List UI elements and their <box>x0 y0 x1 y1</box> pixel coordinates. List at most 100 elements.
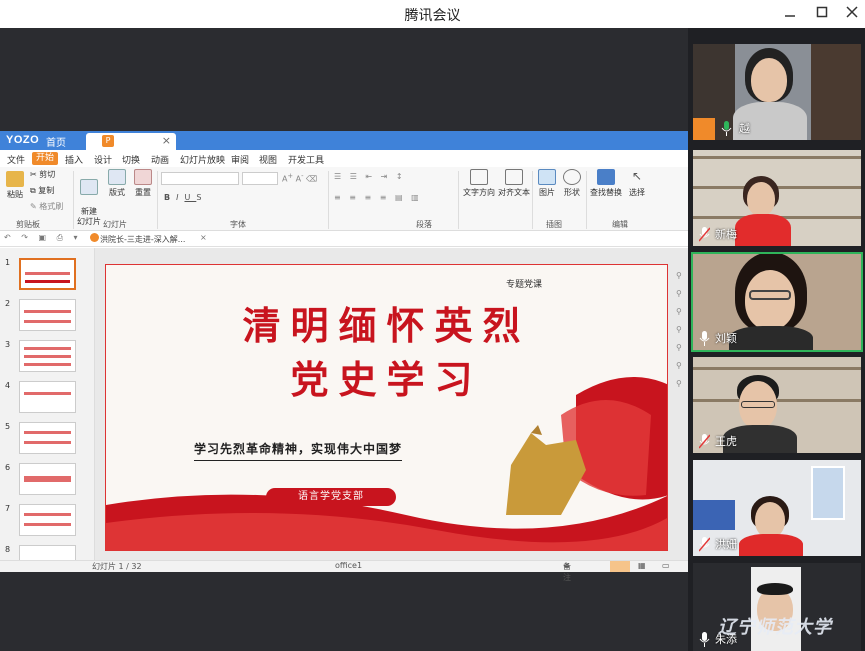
app-tab-strip: YOZO 首页 P × <box>0 131 688 150</box>
menu-animation[interactable]: 动画 <box>151 153 169 166</box>
thumb-number: 8 <box>5 545 11 554</box>
normal-view-icon[interactable] <box>610 561 630 572</box>
microphone-muted-icon <box>699 227 710 242</box>
theme-name: office1 <box>335 561 363 570</box>
current-slide[interactable]: 专题党课 清明缅怀英烈 党史学习 学习先烈革命精神，实现伟大中国梦 语言学党支部 <box>105 264 668 551</box>
insert-shape-button[interactable]: 形状 <box>562 169 582 198</box>
presentation-file-icon: P <box>102 135 114 147</box>
slide-dept-badge: 语言学党支部 <box>266 488 396 506</box>
participant-name: 洪姗 <box>715 538 737 551</box>
menu-design[interactable]: 设计 <box>94 153 112 166</box>
align-text-icon <box>505 169 523 185</box>
layout-icon <box>108 169 126 185</box>
host-badge-icon <box>693 118 715 140</box>
slide-thumbnail[interactable] <box>19 422 76 454</box>
text-direction-button[interactable]: 文字方向 <box>462 169 496 198</box>
quick-access-icons[interactable]: ↶ ↷ ▣ ⎙ ▾ <box>4 233 82 243</box>
video-tile[interactable]: 刘颖 <box>691 252 863 352</box>
font-size-adjust-buttons[interactable]: A+ A- ⌫ <box>282 172 317 184</box>
copy-button[interactable]: ⧉ 复制 <box>30 185 54 196</box>
thumb-number: 2 <box>5 299 11 308</box>
video-tile[interactable]: 王虎 <box>693 357 861 453</box>
brush-icon: ✎ <box>30 202 37 211</box>
participant-name: 王虎 <box>715 435 737 448</box>
menu-insert[interactable]: 插入 <box>65 153 83 166</box>
video-tile[interactable]: 越 <box>693 44 861 140</box>
slide-thumbnail[interactable] <box>19 299 76 331</box>
new-slide-icon <box>80 179 98 195</box>
right-tool-strip[interactable]: ⚲ ⚲ ⚲ ⚲ ⚲ ⚲ ⚲ <box>676 271 686 388</box>
menu-slideshow[interactable]: 幻灯片放映 <box>180 153 225 166</box>
close-icon <box>846 6 858 18</box>
ribbon-toolbar: 粘贴 ✂ 剪切 ⧉ 复制 ✎ 格式刷 剪贴板 新建 幻灯片 版式 重置 幻灯片 … <box>0 167 688 231</box>
slide-title-line2: 党史学习 <box>290 357 483 402</box>
clipboard-group-label: 剪贴板 <box>16 220 40 229</box>
slide-thumbnail[interactable] <box>19 504 76 536</box>
align-text-button[interactable]: 对齐文本 <box>497 169 531 198</box>
thumb-number: 4 <box>5 381 11 390</box>
alignment-buttons[interactable]: ≡ ≡ ≡ ≡ ▤ ▥ <box>334 193 422 202</box>
insert-picture-button[interactable]: 图片 <box>537 169 557 198</box>
participant-name: 刘颖 <box>715 332 737 345</box>
menu-review[interactable]: 审阅 <box>231 153 249 166</box>
text-direction-icon <box>470 169 488 185</box>
menu-developer[interactable]: 开发工具 <box>288 153 324 166</box>
cut-button[interactable]: ✂ 剪切 <box>30 169 55 180</box>
font-family-select[interactable] <box>161 172 239 185</box>
thumb-number: 3 <box>5 340 11 349</box>
yozo-logo: YOZO <box>6 134 40 146</box>
menu-view[interactable]: 视图 <box>259 153 277 166</box>
maximize-button[interactable] <box>812 4 832 24</box>
video-tile[interactable]: 洪姗 <box>693 460 861 556</box>
slide-thumbnail[interactable] <box>19 463 76 495</box>
shape-icon <box>563 169 581 185</box>
divider <box>532 171 533 229</box>
minimize-button[interactable] <box>780 4 800 24</box>
maximize-icon <box>816 6 828 18</box>
slide-thumbnail[interactable] <box>19 340 76 372</box>
menu-home[interactable]: 开始 <box>32 152 59 165</box>
new-slide-button[interactable]: 新建 幻灯片 <box>76 169 102 237</box>
thumb-number: 1 <box>5 258 11 267</box>
select-button[interactable]: ↖ 选择 <box>626 169 648 198</box>
video-tile[interactable]: 新梅 <box>693 150 861 246</box>
menu-file[interactable]: 文件 <box>7 153 25 166</box>
slide-thumbnail[interactable] <box>19 381 76 413</box>
sorter-view-icon[interactable]: ▦ <box>638 561 646 570</box>
close-tab-icon[interactable]: × <box>162 134 171 147</box>
slide-counter: 幻灯片 1 / 32 <box>92 562 142 571</box>
list-buttons[interactable]: ☰ ☰ ⇤ ⇥ ↕ <box>334 172 406 181</box>
participant-name: 新梅 <box>715 228 737 241</box>
font-style-buttons[interactable]: BIUS <box>164 193 207 202</box>
paste-button[interactable]: 粘贴 <box>4 171 26 200</box>
quick-access-bar: ↶ ↷ ▣ ⎙ ▾ 洪院长-三走进-深入解... × <box>0 231 688 247</box>
document-name[interactable]: 洪院长-三走进-深入解... <box>100 234 185 245</box>
home-tab[interactable]: 首页 <box>46 134 66 149</box>
edit-group-label: 编辑 <box>612 220 628 229</box>
reset-button[interactable]: 重置 <box>133 169 153 198</box>
reset-icon <box>134 169 152 185</box>
layout-button[interactable]: 版式 <box>107 169 127 198</box>
picture-icon <box>538 169 556 185</box>
divider <box>157 171 158 229</box>
slide-title-line1: 清明缅怀英烈 <box>242 303 531 348</box>
menu-transition[interactable]: 切换 <box>122 153 140 166</box>
slide-thumbnail[interactable] <box>19 545 76 560</box>
find-replace-button[interactable]: 查找替换 <box>590 169 622 198</box>
slide-editor-area: 专题党课 清明缅怀英烈 党史学习 学习先烈革命精神，实现伟大中国梦 语言学党支部 <box>95 248 688 560</box>
document-tab[interactable]: P × <box>86 133 176 150</box>
document-tab-icon <box>90 233 99 242</box>
close-doc-icon[interactable]: × <box>200 233 207 242</box>
microphone-muted-icon <box>699 434 710 449</box>
format-painter-button[interactable]: ✎ 格式刷 <box>30 201 63 212</box>
window-title: 腾讯会议 <box>404 8 461 24</box>
microphone-icon <box>721 121 732 136</box>
divider <box>328 171 329 229</box>
font-size-select[interactable] <box>242 172 278 185</box>
cursor-icon: ↖ <box>631 169 643 183</box>
thumb-number: 5 <box>5 422 11 431</box>
slides-group-label: 幻灯片 <box>103 220 127 229</box>
slideshow-view-icon[interactable]: ▭ <box>662 561 670 570</box>
slide-thumbnail[interactable] <box>19 258 76 290</box>
close-button[interactable] <box>842 4 862 24</box>
